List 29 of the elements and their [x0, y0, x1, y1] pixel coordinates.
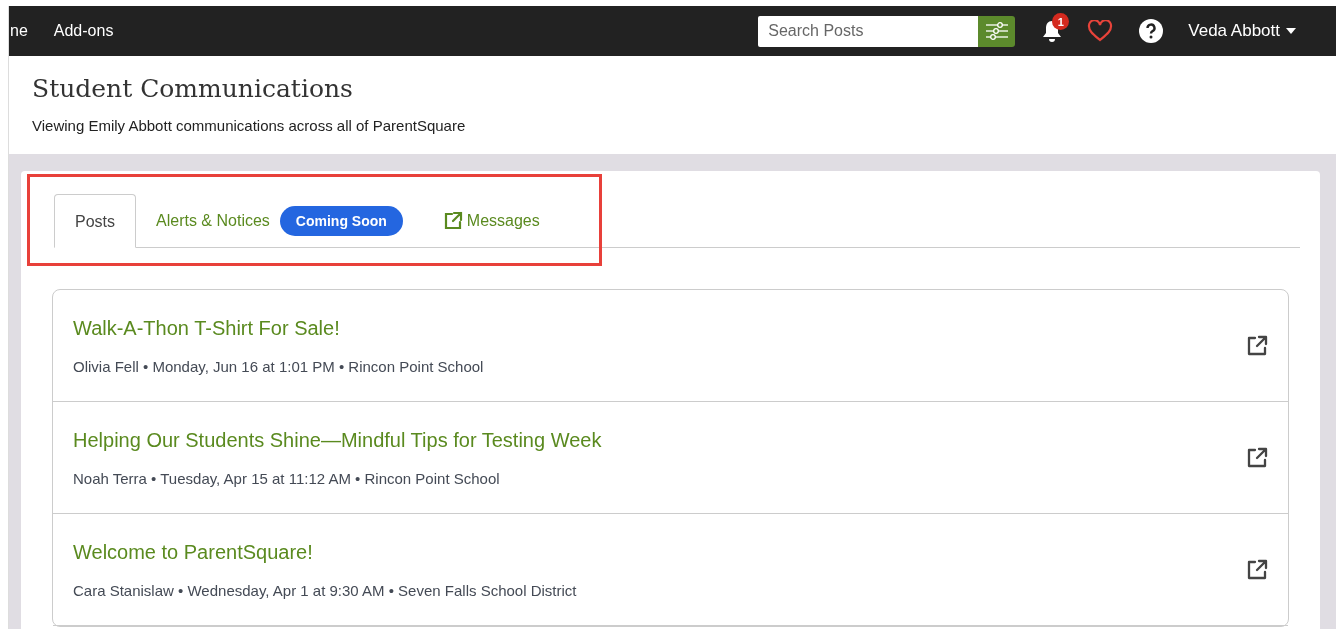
external-link-icon[interactable]	[1246, 558, 1268, 581]
post-meta: Olivia Fell • Monday, Jun 16 at 1:01 PM • Rincon Point School	[73, 357, 484, 375]
tab[interactable]: Posts	[54, 194, 136, 248]
tab[interactable]: Messages	[422, 194, 560, 247]
heart-icon[interactable]	[1087, 20, 1114, 42]
post-row[interactable]: Welcome to ParentSquare! Cara Stanislaw • Wednesday, Apr 1 at 9:30 AM • Seven Falls School District	[53, 514, 1288, 626]
page-subtitle: Viewing Emily Abbott communications across all of ParentSquare	[32, 117, 467, 134]
coming-soon-badge: Coming Soon	[279, 205, 403, 236]
post-title[interactable]: Welcome to ParentSquare!	[73, 540, 577, 564]
post-row[interactable]: Helping Our Students Shine—Mindful Tips for Testing Week Noah Terra • Tuesday, Apr 15 at 11:12 AM • Rincon Point School	[53, 402, 1288, 514]
nav-link[interactable]: Add-ons	[53, 22, 114, 40]
filter-button[interactable]	[978, 15, 1016, 47]
external-link-icon[interactable]	[1246, 446, 1268, 469]
page-title: Student Communications	[32, 74, 354, 103]
caret-icon	[1286, 28, 1296, 34]
post-meta: Noah Terra • Tuesday, Apr 15 at 11:12 AM • Rincon Point School	[73, 469, 501, 487]
user-menu[interactable]: Veda Abbott	[1188, 21, 1296, 41]
external-link-icon	[442, 210, 463, 231]
help-icon[interactable]	[1138, 18, 1165, 44]
tab[interactable]: Alerts & Notices	[136, 194, 280, 247]
nav-link[interactable]: ne	[10, 22, 28, 40]
search-field[interactable]: Search Posts	[758, 15, 979, 47]
external-link-icon[interactable]	[1246, 334, 1268, 357]
post-title[interactable]: Walk-A-Thon T-Shirt For Sale!	[73, 316, 484, 340]
post-meta: Cara Stanislaw • Wednesday, Apr 1 at 9:30 AM • Seven Falls School District	[73, 581, 577, 599]
post-row[interactable]: Walk-A-Thon T-Shirt For Sale! Olivia Fell • Monday, Jun 16 at 1:01 PM • Rincon Point School	[53, 290, 1288, 402]
post-title[interactable]: Helping Our Students Shine—Mindful Tips for Testing Week	[73, 428, 602, 452]
notification-badge: 1	[1052, 13, 1070, 30]
sliders-icon	[984, 21, 1009, 41]
